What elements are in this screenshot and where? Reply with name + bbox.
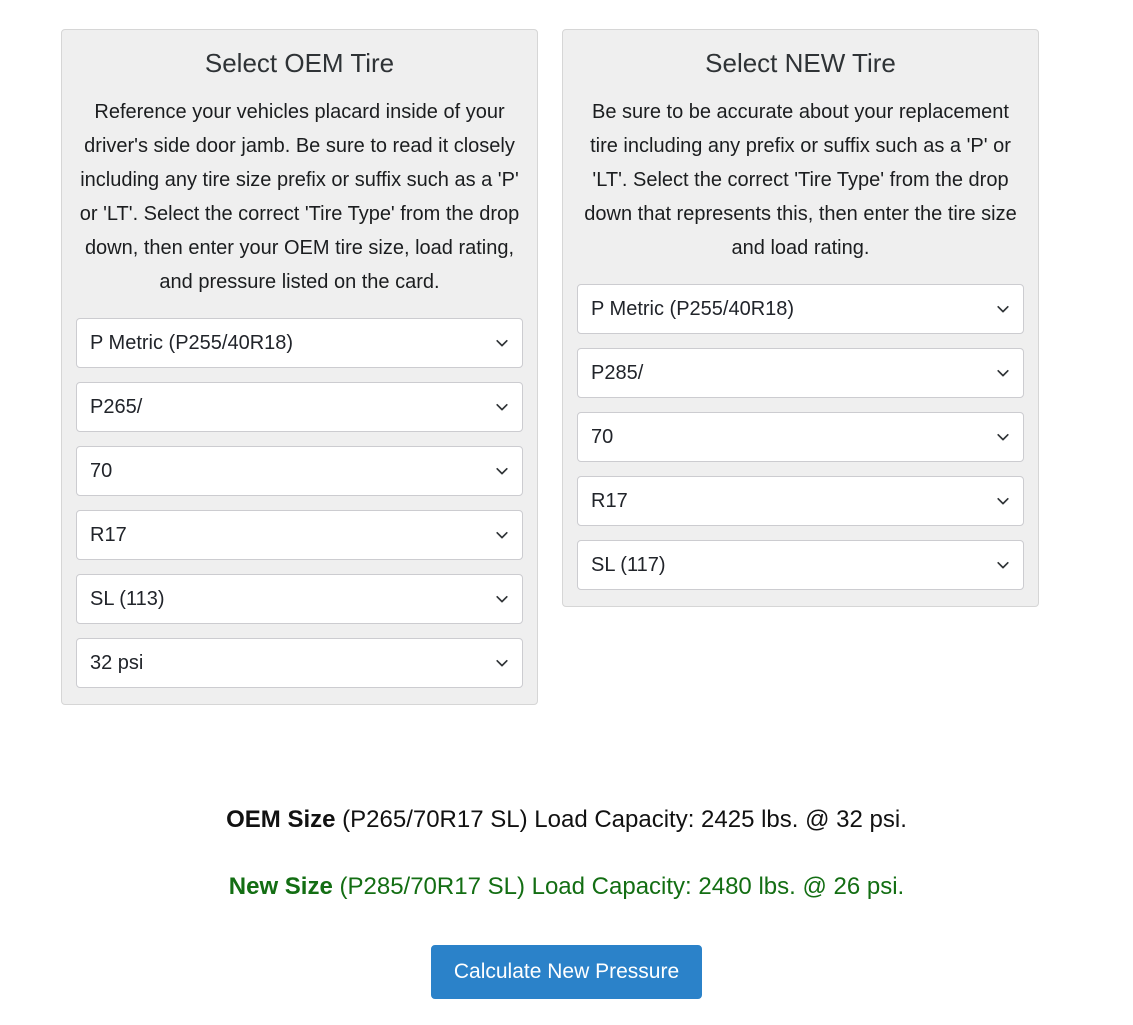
- oem-panel-description: Reference your vehicles placard inside o…: [79, 101, 520, 294]
- oem-select-list: P Metric (P255/40R18) P265/ 70 R17 SL (1…: [76, 318, 523, 689]
- oem-pressure-select[interactable]: 32 psi: [76, 638, 523, 689]
- oem-rim-diameter-value: R17: [90, 524, 127, 547]
- oem-result-label: OEM Size: [226, 806, 336, 833]
- new-section-width-value: P285/: [591, 362, 644, 385]
- new-load-rating-value: SL (117): [591, 554, 666, 577]
- results-section: OEM Size (P265/70R17 SL) Load Capacity: …: [0, 805, 1133, 902]
- oem-result-line: OEM Size (P265/70R17 SL) Load Capacity: …: [0, 805, 1133, 835]
- oem-pressure-value: 32 psi: [90, 652, 144, 675]
- chevron-down-icon: [495, 528, 509, 542]
- chevron-down-icon: [495, 336, 509, 350]
- chevron-down-icon: [996, 430, 1010, 444]
- oem-section-width-value: P265/: [90, 396, 143, 419]
- oem-section-width-select[interactable]: P265/: [76, 382, 523, 433]
- tire-pressure-calculator: Select OEM Tire Reference your vehicles …: [0, 0, 1133, 1025]
- new-tire-type-value: P Metric (P255/40R18): [591, 298, 795, 321]
- new-result-line: New Size (P285/70R17 SL) Load Capacity: …: [0, 872, 1133, 902]
- chevron-down-icon: [996, 302, 1010, 316]
- new-panel-description: Be sure to be accurate about your replac…: [584, 101, 1017, 260]
- oem-rim-diameter-select[interactable]: R17: [76, 510, 523, 561]
- oem-load-rating-value: SL (113): [90, 588, 165, 611]
- new-select-list: P Metric (P255/40R18) P285/ 70 R17 SL (1…: [577, 284, 1024, 591]
- oem-result-detail: (P265/70R17 SL) Load Capacity: 2425 lbs.…: [335, 806, 907, 833]
- oem-tire-panel: Select OEM Tire Reference your vehicles …: [61, 29, 538, 706]
- new-tire-type-select[interactable]: P Metric (P255/40R18): [577, 284, 1024, 335]
- chevron-down-icon: [495, 656, 509, 670]
- new-tire-panel: Select NEW Tire Be sure to be accurate a…: [562, 29, 1039, 608]
- calculate-button-wrap: Calculate New Pressure: [0, 945, 1133, 999]
- oem-aspect-ratio-select[interactable]: 70: [76, 446, 523, 497]
- new-load-rating-select[interactable]: SL (117): [577, 540, 1024, 591]
- new-section-width-select[interactable]: P285/: [577, 348, 1024, 399]
- chevron-down-icon: [996, 558, 1010, 572]
- oem-load-rating-select[interactable]: SL (113): [76, 574, 523, 625]
- chevron-down-icon: [495, 592, 509, 606]
- chevron-down-icon: [996, 494, 1010, 508]
- new-result-label: New Size: [228, 873, 333, 900]
- oem-tire-type-select[interactable]: P Metric (P255/40R18): [76, 318, 523, 369]
- calculate-new-pressure-button[interactable]: Calculate New Pressure: [430, 945, 703, 999]
- new-aspect-ratio-value: 70: [591, 426, 614, 449]
- new-rim-diameter-select[interactable]: R17: [577, 476, 1024, 527]
- new-aspect-ratio-select[interactable]: 70: [577, 412, 1024, 463]
- new-result-detail: (P285/70R17 SL) Load Capacity: 2480 lbs.…: [332, 873, 905, 900]
- oem-aspect-ratio-value: 70: [90, 460, 113, 483]
- chevron-down-icon: [495, 464, 509, 478]
- oem-tire-type-value: P Metric (P255/40R18): [90, 332, 294, 355]
- chevron-down-icon: [996, 366, 1010, 380]
- new-rim-diameter-value: R17: [591, 490, 628, 513]
- new-panel-title: Select NEW Tire: [705, 48, 896, 78]
- tire-selection-panels: Select OEM Tire Reference your vehicles …: [61, 29, 1088, 706]
- oem-panel-title: Select OEM Tire: [204, 48, 395, 78]
- chevron-down-icon: [495, 400, 509, 414]
